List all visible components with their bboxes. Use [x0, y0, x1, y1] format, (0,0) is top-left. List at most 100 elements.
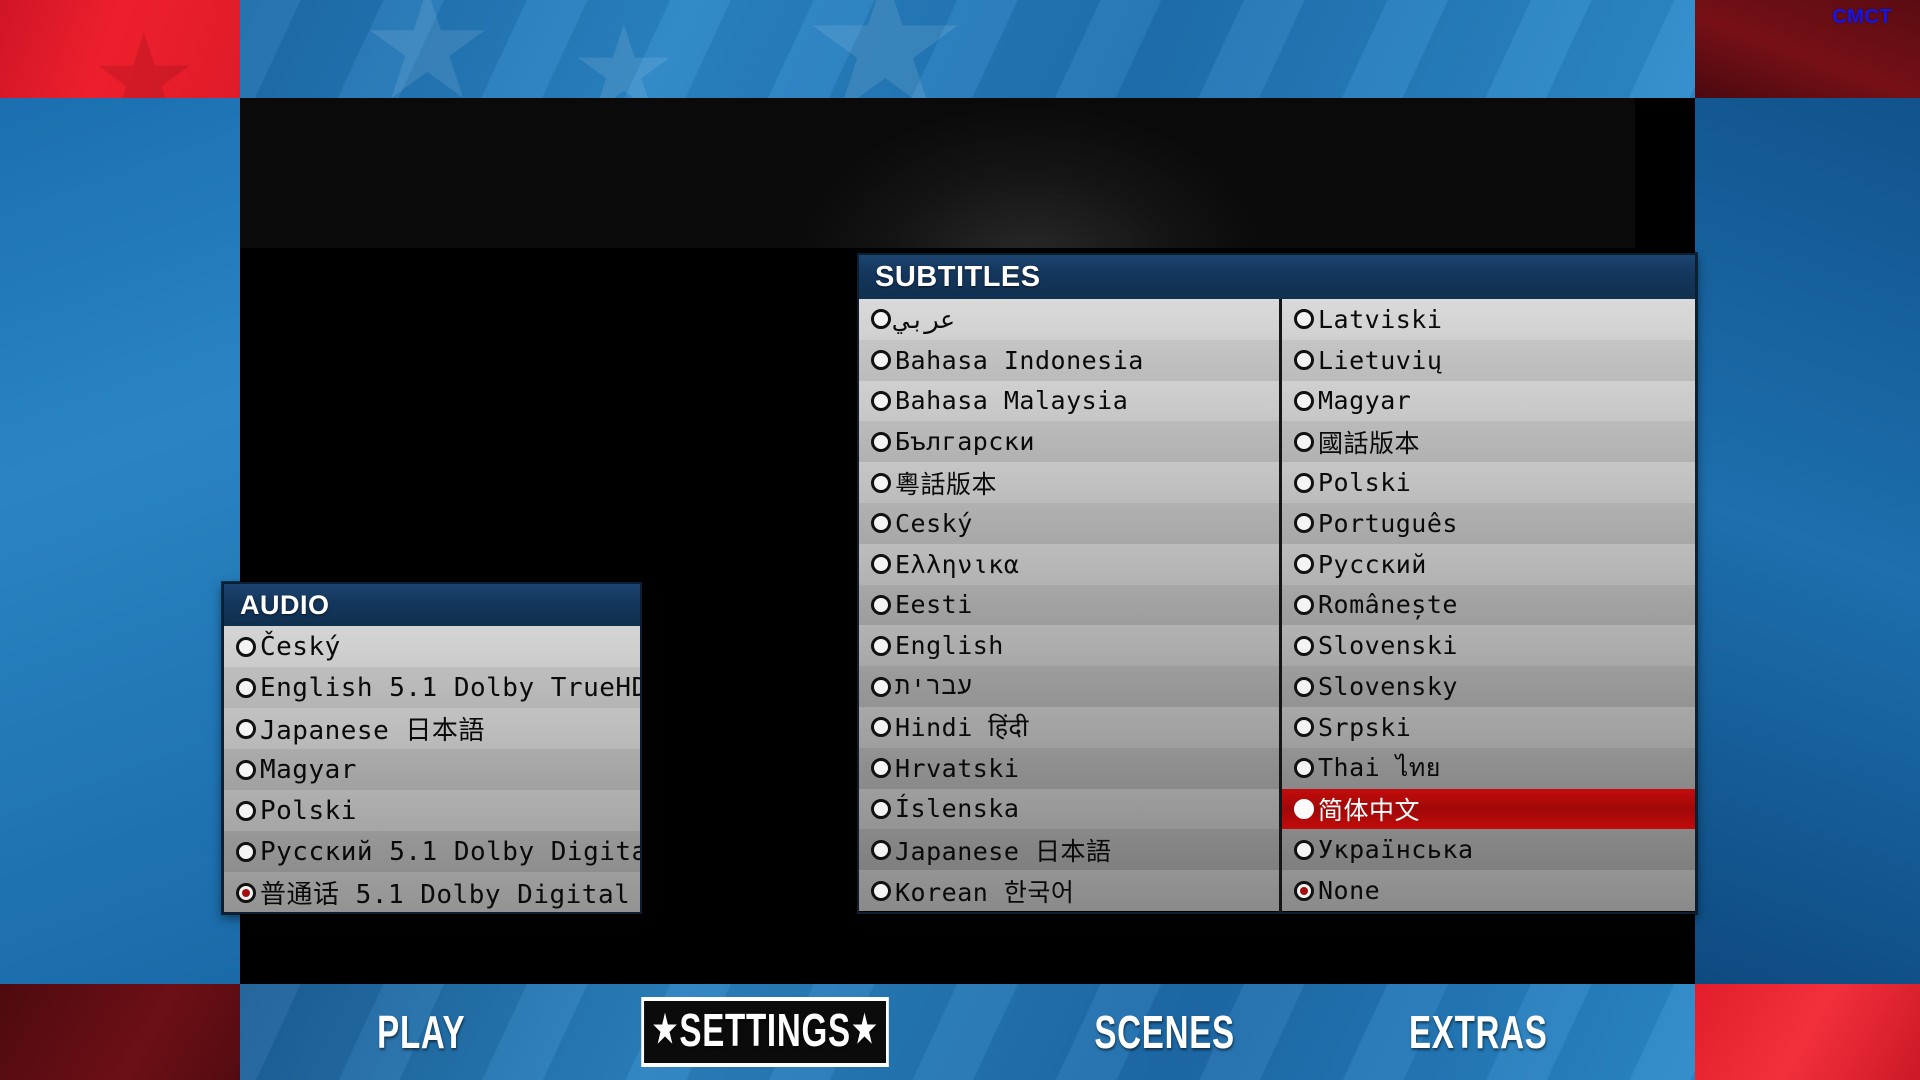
- radio-button[interactable]: [1294, 390, 1314, 411]
- subtitle-option-row[interactable]: عربي: [859, 299, 1279, 340]
- subtitle-option-row[interactable]: Hindi हिंदी: [859, 706, 1279, 748]
- radio-button[interactable]: [871, 431, 891, 452]
- radio-button[interactable]: [871, 758, 891, 779]
- subtitle-option-row[interactable]: Ceský: [859, 502, 1279, 544]
- subtitle-option-row[interactable]: Korean 한국어: [859, 870, 1279, 911]
- option-label: Japanese 日本語: [260, 716, 485, 746]
- radio-button[interactable]: [1294, 554, 1314, 575]
- radio-button-selected[interactable]: [236, 882, 256, 903]
- option-label: Русский 5.1 Dolby Digital: [260, 836, 640, 867]
- nav-item-extras[interactable]: EXTRAS: [1409, 1005, 1548, 1059]
- option-label: Românește: [1318, 590, 1458, 620]
- audio-settings-panel: AUDIO Český English 5.1 Dolby TrueHD Japan…: [222, 582, 642, 914]
- subtitle-option-row[interactable]: Português: [1282, 502, 1695, 544]
- subtitle-option-row[interactable]: Eesti: [859, 584, 1279, 626]
- radio-button[interactable]: [236, 718, 256, 739]
- radio-button[interactable]: [1294, 676, 1314, 697]
- subtitle-option-row[interactable]: English: [859, 625, 1279, 667]
- radio-button[interactable]: [236, 636, 256, 657]
- subtitle-option-row[interactable]: Русский: [1282, 543, 1695, 585]
- radio-button[interactable]: [1294, 309, 1314, 330]
- audio-option-row[interactable]: Polski: [224, 790, 640, 831]
- audio-option-row[interactable]: 普通话 5.1 Dolby Digital: [224, 872, 640, 912]
- subtitles-left-column: عربي Bahasa Indonesia Bahasa Malaysia Бълга…: [859, 299, 1279, 912]
- radio-button[interactable]: [1294, 717, 1314, 738]
- subtitle-option-row[interactable]: Bahasa Indonesia: [859, 339, 1279, 381]
- nav-item-play[interactable]: PLAY: [377, 1005, 465, 1059]
- subtitle-option-row[interactable]: Ελληνικα: [859, 543, 1279, 585]
- subtitle-option-row[interactable]: None: [1282, 870, 1695, 911]
- radio-button[interactable]: [871, 554, 891, 575]
- option-label: Thai ไทย: [1318, 753, 1441, 783]
- option-label: Polski: [1318, 468, 1412, 498]
- subtitle-option-row[interactable]: Íslenska: [859, 788, 1279, 830]
- option-label: Srpski: [1318, 712, 1412, 742]
- subtitle-option-row[interactable]: Slovensky: [1282, 666, 1695, 707]
- subtitle-option-row[interactable]: Bahasa Malaysia: [859, 380, 1279, 422]
- subtitle-option-row[interactable]: עברית: [859, 666, 1279, 707]
- subtitle-option-row[interactable]: Japanese 日本語: [859, 829, 1279, 871]
- radio-button[interactable]: [871, 309, 891, 330]
- option-label: English 5.1 Dolby TrueHD: [260, 672, 640, 703]
- radio-button[interactable]: [236, 759, 256, 780]
- option-label: English: [895, 631, 1004, 661]
- radio-button[interactable]: [871, 350, 891, 371]
- film-grain-overlay: [240, 98, 1635, 248]
- audio-option-row[interactable]: English 5.1 Dolby TrueHD: [224, 667, 640, 708]
- radio-button[interactable]: [1294, 513, 1314, 534]
- option-label: None: [1318, 876, 1381, 906]
- subtitle-option-row[interactable]: 國話版本: [1282, 421, 1695, 463]
- subtitle-option-row[interactable]: Magyar: [1282, 380, 1695, 422]
- subtitle-option-row[interactable]: Български: [859, 421, 1279, 463]
- nav-item-label: SETTINGS: [679, 1004, 851, 1056]
- option-label: Slovenski: [1318, 631, 1458, 661]
- radio-button[interactable]: [1294, 839, 1314, 860]
- star-icon: ★: [851, 1009, 878, 1051]
- subtitle-option-row[interactable]: Lietuvių: [1282, 339, 1695, 381]
- nav-item-scenes[interactable]: SCENES: [1094, 1005, 1235, 1059]
- option-label: עברית: [895, 671, 973, 701]
- subtitles-options-area: عربي Bahasa Indonesia Bahasa Malaysia Бълга…: [859, 299, 1695, 912]
- radio-button[interactable]: [1294, 798, 1314, 819]
- radio-button[interactable]: [871, 635, 891, 656]
- radio-button[interactable]: [1294, 350, 1314, 371]
- subtitle-option-row[interactable]: Українська: [1282, 829, 1695, 871]
- radio-button[interactable]: [871, 390, 891, 411]
- radio-button[interactable]: [1294, 472, 1314, 493]
- radio-button[interactable]: [1294, 635, 1314, 656]
- subtitle-option-row[interactable]: Srpski: [1282, 706, 1695, 748]
- radio-button[interactable]: [1294, 431, 1314, 452]
- radio-button[interactable]: [871, 717, 891, 738]
- subtitle-option-row[interactable]: Latviski: [1282, 299, 1695, 340]
- radio-button[interactable]: [871, 880, 891, 901]
- audio-option-row[interactable]: Magyar: [224, 749, 640, 790]
- radio-button[interactable]: [236, 800, 256, 821]
- radio-button[interactable]: [871, 676, 891, 697]
- audio-option-row[interactable]: Japanese 日本語: [224, 708, 640, 749]
- subtitle-option-row[interactable]: Slovenski: [1282, 625, 1695, 667]
- radio-button[interactable]: [871, 594, 891, 615]
- subtitle-option-row[interactable]: Polski: [1282, 462, 1695, 503]
- subtitle-option-row[interactable]: Românește: [1282, 584, 1695, 626]
- option-label: Lietuvių: [1318, 345, 1443, 375]
- audio-option-row[interactable]: Русский 5.1 Dolby Digital: [224, 831, 640, 872]
- nav-item-settings[interactable]: ★ SETTINGS ★: [640, 997, 889, 1067]
- subtitle-option-row[interactable]: Hrvatski: [859, 747, 1279, 789]
- radio-button[interactable]: [1294, 594, 1314, 615]
- audio-option-row[interactable]: Český: [224, 626, 640, 667]
- radio-button[interactable]: [871, 798, 891, 819]
- radio-button[interactable]: [236, 677, 256, 698]
- option-label: Ελληνικα: [895, 549, 1020, 579]
- radio-button[interactable]: [871, 513, 891, 534]
- subtitle-option-row[interactable]: Thai ไทย: [1282, 747, 1695, 789]
- radio-button[interactable]: [236, 841, 256, 862]
- nav-item-label: PLAY: [377, 1006, 466, 1058]
- radio-button[interactable]: [871, 839, 891, 860]
- option-label: Japanese 日本語: [895, 836, 1112, 866]
- subtitle-option-row[interactable]: 粵話版本: [859, 462, 1279, 503]
- subtitle-option-row[interactable]: 简体中文: [1282, 788, 1695, 830]
- radio-button[interactable]: [1294, 758, 1314, 779]
- radio-button-selected[interactable]: [1294, 880, 1314, 901]
- radio-button[interactable]: [871, 472, 891, 493]
- option-label: Eesti: [895, 590, 973, 620]
